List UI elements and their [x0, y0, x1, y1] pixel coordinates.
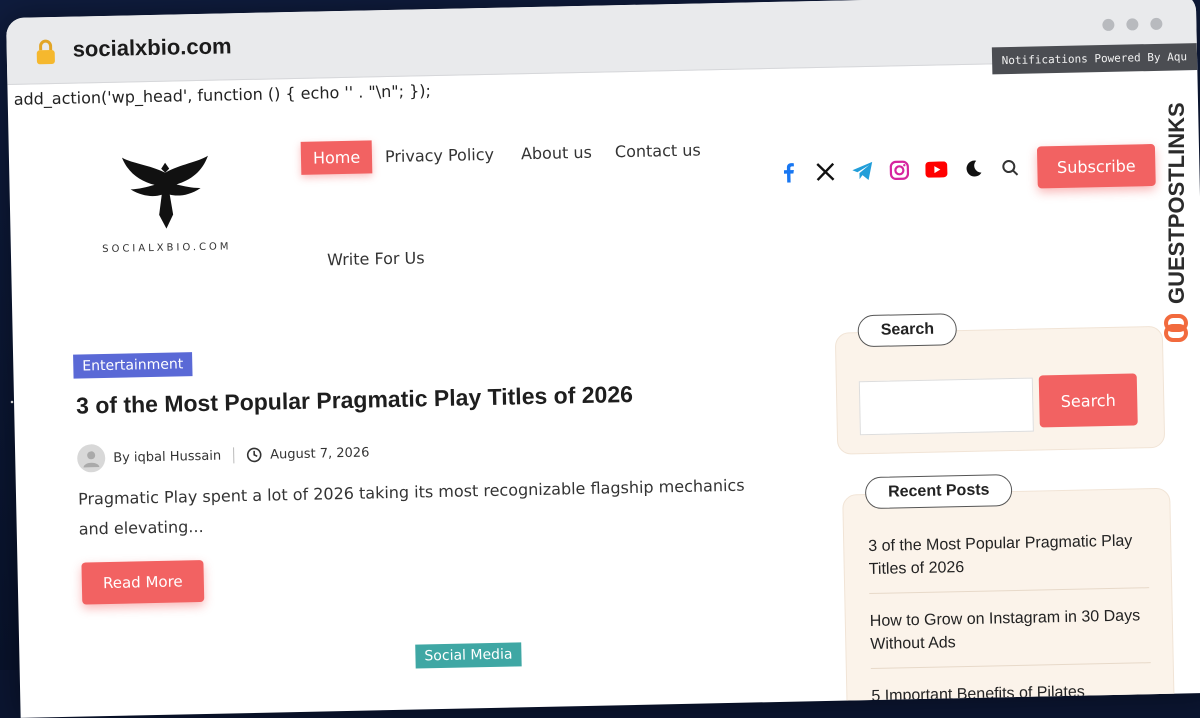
search-input[interactable] [858, 377, 1034, 436]
dark-mode-icon[interactable] [962, 158, 984, 180]
post-excerpt: Pragmatic Play spent a lot of 2026 takin… [77, 475, 745, 539]
search-button[interactable]: Search [1038, 373, 1138, 428]
address-bar[interactable]: socialxbio.com [72, 33, 231, 62]
browser-window: socialxbio.com Notifications Powered By … [6, 0, 1200, 718]
search-widget: Search Search [834, 313, 1166, 455]
window-dot[interactable] [1102, 18, 1115, 32]
category-badge-social-media[interactable]: Social Media [415, 642, 522, 669]
site-logo[interactable]: SOCIALXBIO.COM [95, 153, 237, 255]
instagram-icon[interactable] [888, 159, 910, 181]
facebook-icon[interactable] [777, 161, 799, 183]
nav-contact-us[interactable]: Contact us [603, 133, 713, 168]
recent-posts-widget: Recent Posts 3 of the Most Popular Pragm… [842, 474, 1175, 718]
post-meta: By iqbal Hussain August 7, 2026 [76, 438, 370, 473]
subscribe-button[interactable]: Subscribe [1036, 143, 1156, 189]
nav-write-for-us[interactable]: Write For Us [315, 241, 437, 277]
social-icons [777, 157, 1021, 184]
notifications-bar: Notifications Powered By Aqu [991, 43, 1198, 75]
window-dot[interactable] [1126, 18, 1139, 31]
watermark-text: GUESTPOSTLINKS [1164, 102, 1189, 304]
post-date: August 7, 2026 [269, 444, 370, 463]
x-icon[interactable] [814, 161, 836, 183]
search-icon[interactable] [999, 157, 1021, 179]
guestpostlinks-watermark: GUESTPOSTLINKS [1164, 102, 1189, 342]
search-widget-title: Search [857, 313, 958, 348]
post-title[interactable]: 3 of the Most Popular Pragmatic Play Tit… [76, 381, 633, 420]
category-badge-entertainment[interactable]: Entertainment [73, 352, 193, 379]
read-more-button[interactable]: Read More [81, 559, 205, 605]
window-controls [1102, 17, 1163, 32]
clock-icon [246, 447, 262, 463]
youtube-icon[interactable] [925, 158, 948, 180]
nav-home[interactable]: Home [300, 140, 373, 175]
recent-post-link[interactable]: 5 Important Benefits of Pilates [871, 675, 1152, 718]
meta-divider [232, 447, 235, 464]
recent-posts-list: 3 of the Most Popular Pragmatic Play Tit… [867, 525, 1152, 718]
code-line: add_action('wp_head', function () { echo… [13, 81, 432, 109]
link-icon [1164, 314, 1188, 342]
lock-icon [36, 39, 55, 65]
eagle-logo-icon [121, 155, 208, 229]
recent-posts-title: Recent Posts [864, 474, 1013, 510]
post-author[interactable]: By iqbal Hussain [113, 448, 221, 465]
nav-privacy-policy[interactable]: Privacy Policy [373, 138, 507, 174]
telegram-icon[interactable] [851, 160, 873, 182]
avatar [76, 444, 106, 473]
recent-post-link[interactable]: 3 of the Most Popular Pragmatic Play Tit… [867, 525, 1150, 595]
nav-about-us[interactable]: About us [509, 136, 605, 171]
window-dot[interactable] [1150, 17, 1163, 31]
logo-text: SOCIALXBIO.COM [102, 241, 232, 256]
recent-post-link[interactable]: How to Grow on Instagram in 30 Days With… [869, 600, 1151, 670]
